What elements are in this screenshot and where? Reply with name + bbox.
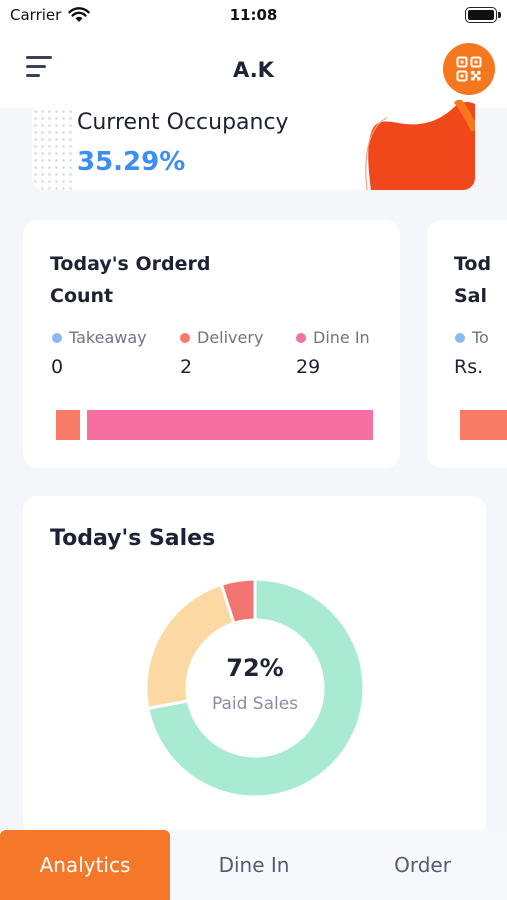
tab-dine-in[interactable]: Dine In xyxy=(170,830,338,900)
tab-order[interactable]: Order xyxy=(338,830,507,900)
status-bar: Carrier 11:08 xyxy=(0,0,507,32)
peek-bar xyxy=(460,410,507,440)
sales-summary-card-peek[interactable]: Tod Sal To Rs. xyxy=(427,220,507,468)
occupancy-label: Current Occupancy xyxy=(77,110,289,135)
occupancy-value: 35.29% xyxy=(77,147,186,177)
takeaway-count: 0 xyxy=(51,356,64,378)
app-header: A.K xyxy=(0,32,507,108)
todays-sales-card: Today's Sales 72% Paid Sales xyxy=(23,496,486,836)
legend-takeaway: Takeaway xyxy=(52,328,147,347)
dine-in-bar xyxy=(87,410,373,440)
delivery-bar xyxy=(56,410,80,440)
legend-delivery: Delivery xyxy=(180,328,263,347)
sales-title: Today's Sales xyxy=(50,526,216,551)
legend-dine-in: Dine In xyxy=(296,328,370,347)
peek-legend: To xyxy=(455,328,489,347)
status-time: 11:08 xyxy=(229,6,278,24)
dine-in-count: 29 xyxy=(296,356,321,378)
orders-count-card[interactable]: Today's Orderd Count Takeaway Delivery D… xyxy=(23,220,400,468)
donut-center: 72% Paid Sales xyxy=(135,568,375,808)
occupancy-card: Current Occupancy 35.29% xyxy=(32,100,475,190)
peek-card-title: Tod Sal xyxy=(454,253,492,307)
battery-icon xyxy=(465,7,501,23)
qr-code-button[interactable] xyxy=(443,43,495,95)
dot-pattern-decoration xyxy=(32,108,76,190)
orders-card-title: Today's Orderd Count xyxy=(50,253,211,307)
decorative-blob xyxy=(365,100,475,190)
peek-value: Rs. xyxy=(454,356,484,378)
donut-center-value: 72% xyxy=(226,654,284,682)
tab-analytics[interactable]: Analytics xyxy=(0,830,170,900)
page-title: A.K xyxy=(233,58,274,82)
qr-code-icon xyxy=(456,56,482,82)
bottom-nav: Analytics Dine In Order xyxy=(0,830,507,900)
donut-center-label: Paid Sales xyxy=(211,694,299,714)
delivery-count: 2 xyxy=(180,356,193,378)
